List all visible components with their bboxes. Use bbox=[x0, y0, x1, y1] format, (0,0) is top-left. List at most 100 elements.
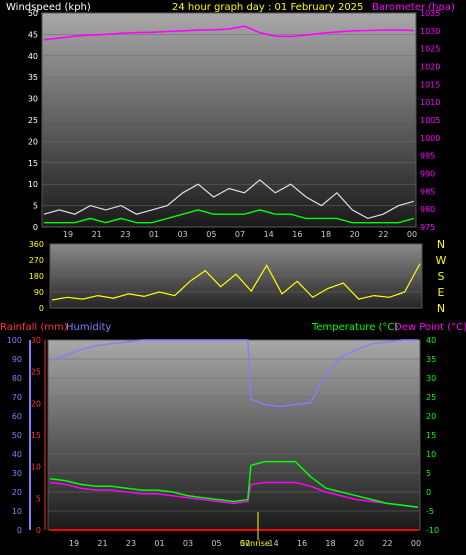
temperature-tick-label: 30 bbox=[426, 374, 436, 383]
humidity-tick-label: 100 bbox=[7, 336, 22, 345]
x-tick-label: 19 bbox=[63, 230, 73, 239]
temperature-y-ticks: -10 -5 0 5 10 15 20 25 30 35 40 bbox=[426, 336, 439, 535]
barometer-y-ticks: 975 980 985 990 995 1000 1005 1010 1015 1020 1025 1… bbox=[420, 9, 440, 232]
x-tick-label: 22 bbox=[378, 230, 388, 239]
compass-labels: NWSEN bbox=[436, 238, 447, 315]
direction-tick-label: 90 bbox=[34, 288, 44, 297]
humidity-tick-label: 40 bbox=[12, 450, 22, 459]
humidity-tick-label: 60 bbox=[12, 412, 22, 421]
direction-tick-label: 180 bbox=[29, 272, 44, 281]
humidity-tick-label: 80 bbox=[12, 374, 22, 383]
humidity-y-ticks: 0 10 20 30 40 50 60 70 80 90 100 bbox=[7, 336, 22, 535]
temperature-tick-label: 10 bbox=[426, 450, 436, 459]
x-tick-label: 05 bbox=[206, 230, 216, 239]
windspeed-tick-label: 10 bbox=[28, 180, 38, 189]
x-tick-label: 21 bbox=[92, 230, 102, 239]
barometer-tick-label: 1010 bbox=[420, 98, 440, 107]
windspeed-tick-label: 30 bbox=[28, 95, 38, 104]
x-tick-label: 16 bbox=[292, 230, 302, 239]
rainfall-tick-label: 5 bbox=[36, 494, 41, 503]
barometer-tick-label: 1000 bbox=[420, 134, 440, 143]
x-tick-label: 00 bbox=[411, 539, 421, 548]
windspeed-tick-label: 0 bbox=[33, 223, 38, 232]
rainfall-tick-label: 15 bbox=[31, 431, 41, 440]
compass-label: S bbox=[438, 270, 445, 283]
barometer-tick-label: 985 bbox=[420, 187, 435, 196]
rainfall-tick-label: 25 bbox=[31, 368, 41, 377]
dewpoint-axis-title: Dew Point (°C) bbox=[394, 322, 466, 333]
wind-x-ticks: 19 21 23 01 03 05 07 14 16 18 20 22 00 bbox=[63, 230, 417, 239]
windspeed-tick-label: 5 bbox=[33, 202, 38, 211]
barometer-tick-label: 1020 bbox=[420, 63, 440, 72]
x-tick-label: 01 bbox=[149, 230, 159, 239]
x-tick-label: 22 bbox=[382, 539, 392, 548]
x-tick-label: 20 bbox=[350, 230, 360, 239]
barometer-tick-label: 1030 bbox=[420, 27, 440, 36]
temperature-tick-label: 40 bbox=[426, 336, 436, 345]
temperature-tick-label: 20 bbox=[426, 412, 436, 421]
chart-title: 24 hour graph day : 01 February 2025 bbox=[172, 2, 363, 13]
windspeed-y-ticks: 0 5 10 15 20 25 30 35 40 45 50 bbox=[28, 9, 38, 232]
temperature-tick-label: 0 bbox=[426, 488, 431, 497]
rainfall-tick-label: 0 bbox=[36, 526, 41, 535]
direction-tick-label: 360 bbox=[29, 240, 44, 249]
windspeed-tick-label: 20 bbox=[28, 137, 38, 146]
humidity-tick-label: 0 bbox=[17, 526, 22, 535]
x-tick-label: 23 bbox=[126, 539, 136, 548]
windspeed-tick-label: 40 bbox=[28, 52, 38, 61]
windspeed-tick-label: 45 bbox=[28, 30, 38, 39]
temperature-tick-label: 5 bbox=[426, 469, 431, 478]
direction-y-ticks: 0 90 180 270 360 bbox=[29, 240, 44, 313]
sunrise-label: Sunrise bbox=[240, 539, 270, 548]
barometer-tick-label: 1035 bbox=[420, 9, 440, 18]
barometer-tick-label: 1015 bbox=[420, 80, 440, 89]
direction-tick-label: 0 bbox=[39, 304, 44, 313]
windspeed-tick-label: 50 bbox=[28, 9, 38, 18]
x-tick-label: 16 bbox=[297, 539, 307, 548]
barometer-tick-label: 975 bbox=[420, 223, 435, 232]
barometer-tick-label: 990 bbox=[420, 170, 435, 179]
x-tick-label: 19 bbox=[69, 539, 79, 548]
humidity-tick-label: 30 bbox=[12, 469, 22, 478]
humidity-tick-label: 20 bbox=[12, 488, 22, 497]
chart-canvas: Windspeed (kph) 24 hour graph day : 01 F… bbox=[0, 2, 466, 548]
humidity-tick-label: 10 bbox=[12, 507, 22, 516]
rainfall-tick-label: 10 bbox=[31, 463, 41, 472]
barometer-tick-label: 995 bbox=[420, 152, 435, 161]
temperature-axis-title: Temperature (°C) bbox=[311, 322, 398, 333]
compass-label: W bbox=[436, 254, 447, 267]
x-tick-label: 03 bbox=[183, 539, 193, 548]
x-tick-label: 14 bbox=[268, 539, 278, 548]
humidity-tick-label: 90 bbox=[12, 355, 22, 364]
rainfall-tick-label: 20 bbox=[31, 399, 41, 408]
direction-tick-label: 270 bbox=[29, 256, 44, 265]
windspeed-tick-label: 35 bbox=[28, 73, 38, 82]
x-tick-label: 18 bbox=[325, 539, 335, 548]
windspeed-axis-title: Windspeed (kph) bbox=[6, 2, 91, 13]
x-tick-label: 18 bbox=[321, 230, 331, 239]
temperature-tick-label: 25 bbox=[426, 393, 436, 402]
rainfall-axis-title: Rainfall (mm) bbox=[0, 322, 68, 333]
barometer-axis-title: Barometer (hpa) bbox=[372, 2, 455, 13]
x-tick-label: 07 bbox=[235, 230, 245, 239]
rainfall-y-ticks: 0 5 10 15 20 25 30 bbox=[31, 336, 41, 535]
temperature-tick-label: -10 bbox=[426, 526, 439, 535]
x-tick-label: 21 bbox=[97, 539, 107, 548]
temperature-tick-label: 35 bbox=[426, 355, 436, 364]
compass-label: N bbox=[437, 302, 445, 315]
weather-graph: Windspeed (kph) 24 hour graph day : 01 F… bbox=[0, 0, 466, 555]
x-tick-label: 03 bbox=[178, 230, 188, 239]
humidity-tick-label: 50 bbox=[12, 431, 22, 440]
x-tick-label: 20 bbox=[354, 539, 364, 548]
rainfall-tick-label: 30 bbox=[31, 336, 41, 345]
humidity-axis-title: Humidity bbox=[66, 322, 111, 333]
temperature-tick-label: 15 bbox=[426, 431, 436, 440]
x-tick-label: 23 bbox=[120, 230, 130, 239]
barometer-tick-label: 1025 bbox=[420, 45, 440, 54]
compass-label: E bbox=[438, 286, 445, 299]
barometer-tick-label: 980 bbox=[420, 205, 435, 214]
x-tick-label: 01 bbox=[154, 539, 164, 548]
barometer-tick-label: 1005 bbox=[420, 116, 440, 125]
compass-label: N bbox=[437, 238, 445, 251]
humidity-tick-label: 70 bbox=[12, 393, 22, 402]
